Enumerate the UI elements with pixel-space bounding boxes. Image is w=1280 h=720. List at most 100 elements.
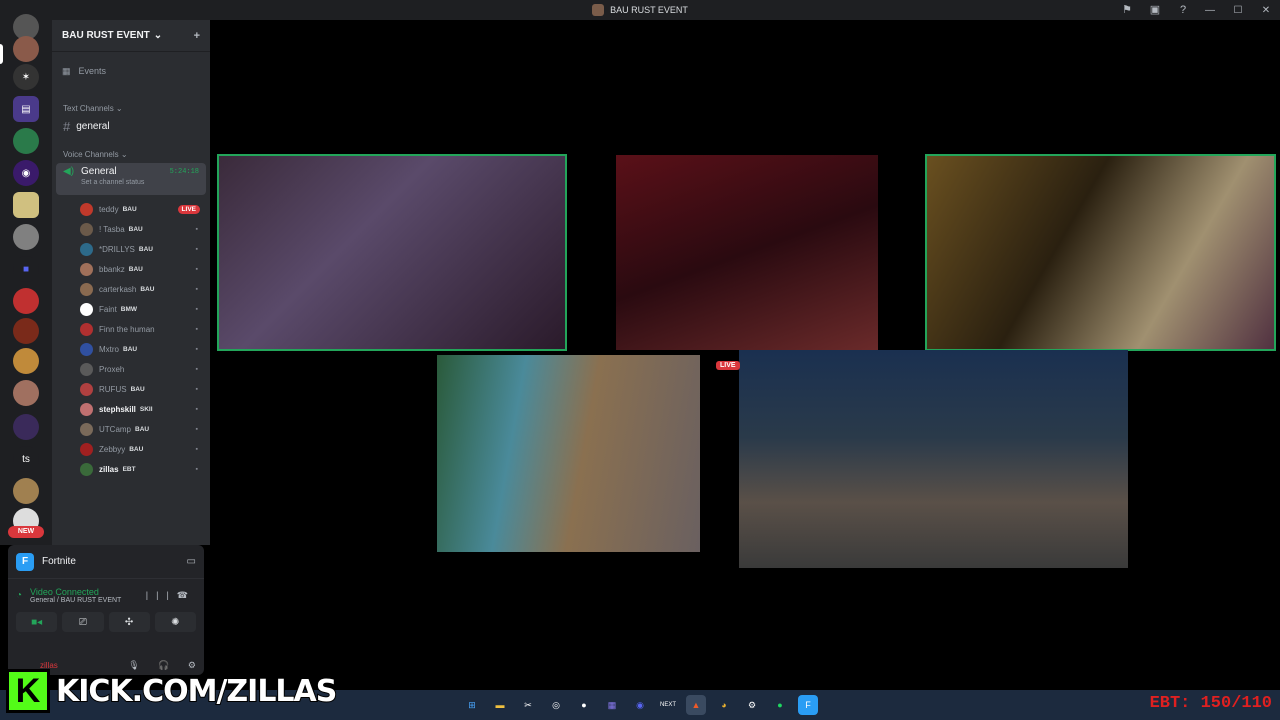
member-tag: BAU [122, 205, 137, 213]
server-avatar[interactable] [13, 128, 39, 154]
voice-member[interactable]: carterkash BAU ▪ [52, 279, 210, 299]
camera-button[interactable]: ■◂ [16, 612, 58, 632]
category-voice-channels[interactable]: Voice Channels ⌄ [52, 150, 210, 159]
monitor-icon[interactable]: ▣ [1148, 3, 1162, 17]
server-avatar[interactable] [13, 224, 39, 250]
member-name: Zebbyy [99, 444, 126, 454]
voice-member[interactable]: teddy BAU LIVE [52, 199, 210, 219]
next-icon[interactable]: NEXT [658, 695, 678, 715]
soundboard-button[interactable]: ✺ [154, 612, 196, 632]
app-grid-icon[interactable]: ▦ [602, 695, 622, 715]
avatar [80, 302, 93, 316]
file-explorer-icon[interactable]: ▬ [490, 695, 510, 715]
close-icon[interactable]: ✕ [1252, 5, 1280, 16]
server-avatar[interactable] [13, 288, 39, 314]
screen-icon[interactable]: ▭ [187, 556, 196, 567]
avatar [80, 242, 93, 256]
windows-icon[interactable]: ⊞ [462, 695, 482, 715]
server-avatar[interactable] [13, 348, 39, 374]
voice-state[interactable]: Video Connected [30, 587, 121, 597]
voice-member[interactable]: stephskill SKII ▪ [52, 399, 210, 419]
window-controls: — ☐ ✕ [1196, 0, 1280, 20]
server-avatar[interactable] [13, 380, 39, 406]
voice-member-list: teddy BAU LIVE! Tasba BAU ▪ *DRILLYS BAU ▪ bbank… [52, 199, 210, 479]
screenshare-button[interactable]: ⎚ [62, 612, 104, 632]
fortnite-icon[interactable]: F [798, 695, 818, 715]
server-name: BAU RUST EVENT [62, 30, 150, 41]
voice-timer: 5:24:18 [169, 167, 199, 176]
discord-icon[interactable]: ◉ [630, 695, 650, 715]
member-status-icons: ▪ [195, 465, 200, 473]
stream-tile[interactable] [739, 350, 1128, 568]
server-avatar[interactable]: ◉ [13, 160, 39, 186]
voice-member[interactable]: Proxeh ▪ [52, 359, 210, 379]
server-avatar[interactable] [13, 192, 39, 218]
chrome-icon[interactable]: ◕ [714, 695, 734, 715]
kick-overlay: K KICK.COM/ZILLAS [6, 668, 338, 714]
spotify-icon[interactable]: ● [770, 695, 790, 715]
activities-button[interactable]: ✣ [108, 612, 150, 632]
brave-icon[interactable]: ▲ [686, 695, 706, 715]
minimize-icon[interactable]: — [1196, 5, 1224, 16]
hash-icon: # [63, 118, 71, 134]
member-tag: BAU [128, 225, 143, 233]
voice-member[interactable]: UTCamp BAU ▪ [52, 419, 210, 439]
video-tile[interactable] [925, 154, 1276, 351]
events-item[interactable]: ▦ Events [52, 52, 210, 90]
category-text-channels[interactable]: Text Channels ⌄ [52, 104, 210, 113]
video-tile[interactable] [217, 154, 567, 351]
server-avatar[interactable]: ✶ [13, 64, 39, 90]
server-avatar[interactable] [13, 478, 39, 504]
server-header[interactable]: BAU RUST EVENT ⌄ + [52, 20, 210, 52]
server-avatar[interactable]: ■ [13, 256, 39, 282]
avatar [80, 222, 93, 236]
inbox-icon[interactable]: ⚑ [1120, 3, 1134, 17]
capcut-icon[interactable]: ✂ [518, 695, 538, 715]
obs-icon[interactable]: ◎ [546, 695, 566, 715]
server-avatar[interactable] [13, 414, 39, 440]
avatar [80, 382, 93, 396]
fortnite-icon: F [16, 552, 34, 571]
server-avatar[interactable] [13, 318, 39, 344]
server-avatar[interactable]: ts [13, 446, 39, 472]
github-icon[interactable]: ● [574, 695, 594, 715]
server-avatar[interactable]: ▤ [13, 96, 39, 122]
member-name: Faint [99, 304, 117, 314]
server-indicator [0, 44, 3, 64]
steam-icon[interactable]: ⚙ [742, 695, 762, 715]
member-status-icons: ▪ [195, 305, 200, 313]
member-tag: BMW [120, 305, 138, 313]
server-avatar[interactable] [13, 36, 39, 62]
help-icon[interactable]: ? [1176, 3, 1190, 17]
voice-member[interactable]: zillas EBT ▪ [52, 459, 210, 479]
channel-status[interactable]: Set a channel status [81, 179, 199, 186]
events-label: Events [78, 66, 107, 76]
member-name: Mxtro [99, 344, 119, 354]
member-status-icons: ▪ [195, 445, 200, 453]
voice-member[interactable]: Mxtro BAU ▪ [52, 339, 210, 359]
avatar [80, 282, 93, 296]
add-member-icon[interactable]: + [194, 30, 200, 42]
video-tile[interactable] [616, 155, 878, 350]
avatar [80, 362, 93, 376]
voice-member[interactable]: Finn the human ▪ [52, 319, 210, 339]
channel-name: general [76, 120, 110, 132]
avatar [80, 202, 93, 216]
voice-member[interactable]: Faint BMW ▪ [52, 299, 210, 319]
avatar [80, 462, 93, 476]
member-tag: BAU [123, 345, 138, 353]
member-status-icons: ▪ [195, 225, 200, 233]
voice-channel-general[interactable]: ◀) General 5:24:18 Set a channel status [56, 163, 206, 195]
voice-member[interactable]: Zebbyy BAU ▪ [52, 439, 210, 459]
disconnect-controls[interactable]: |||☎ [146, 590, 196, 601]
voice-member[interactable]: RUFUS BAU ▪ [52, 379, 210, 399]
voice-member[interactable]: *DRILLYS BAU ▪ [52, 239, 210, 259]
member-tag: BAU [129, 445, 144, 453]
maximize-icon[interactable]: ☐ [1224, 5, 1252, 16]
activity-row[interactable]: F Fortnite ▭ [8, 545, 204, 579]
stream-tile[interactable] [437, 355, 700, 552]
member-name: carterkash [99, 284, 137, 294]
channel-general[interactable]: # general [56, 116, 206, 136]
voice-member[interactable]: ! Tasba BAU ▪ [52, 219, 210, 239]
voice-member[interactable]: bbankz BAU ▪ [52, 259, 210, 279]
